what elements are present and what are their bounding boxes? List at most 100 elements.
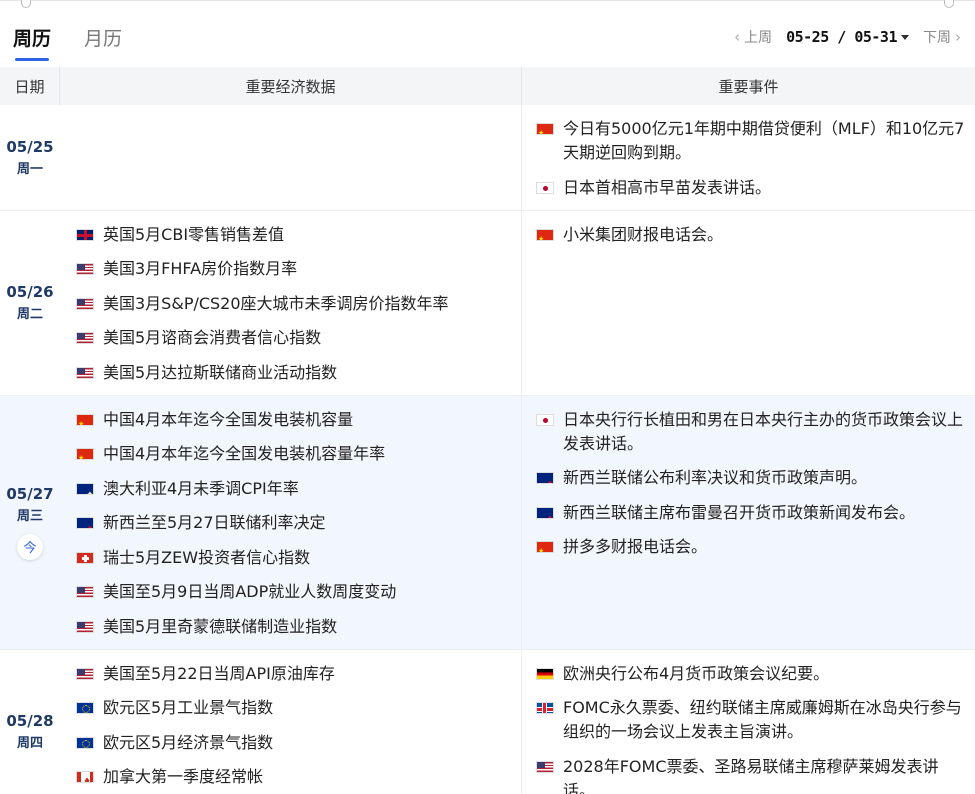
flag-us-icon bbox=[76, 263, 94, 275]
week-range-label: 05-25 / 05-31 bbox=[786, 28, 897, 46]
data-item-text: 美国3月S&P/CS20座大城市未季调房价指数年率 bbox=[103, 293, 449, 313]
data-item[interactable]: 加拿大第一季度经常帐 bbox=[76, 765, 521, 789]
data-item-text: 欧元区5月工业景气指数 bbox=[103, 698, 274, 717]
day-weekday: 周一 bbox=[16, 161, 43, 177]
event-item[interactable]: 小米集团财报电话会。 bbox=[536, 223, 967, 247]
event-item[interactable]: 新西兰联储公布利率决议和货币政策声明。 bbox=[536, 466, 967, 490]
data-item[interactable]: 中国4月本年迄今全国发电装机容量年率 bbox=[76, 442, 521, 466]
flag-nz-icon bbox=[536, 472, 554, 484]
data-item-text: 瑞士5月ZEW投资者信心指数 bbox=[103, 547, 311, 567]
day-cell: 05/25 周一 bbox=[0, 105, 60, 210]
data-item[interactable]: 美国至5月22日当周API原油库存 bbox=[76, 662, 521, 686]
flag-au-icon bbox=[76, 482, 94, 495]
event-item-text: 日本首相高市早苗发表讲话。 bbox=[563, 177, 772, 197]
event-item[interactable]: 欧洲央行公布4月货币政策会议纪要。 bbox=[536, 662, 967, 686]
day-row: 05/28 周四 美国至5月22日当周API原油库存 欧元区5月工业景气指数 欧元区5月… bbox=[0, 649, 975, 794]
data-item-text: 中国4月本年迄今全国发电装机容量年率 bbox=[103, 444, 386, 463]
events-cell: 小米集团财报电话会。 bbox=[522, 211, 975, 395]
calendar-table: 日期 重要经济数据 重要事件 05/25 周一 今日有5000亿元1年期中期借贷便利… bbox=[0, 67, 975, 794]
next-week-button[interactable]: 下周 bbox=[923, 27, 951, 47]
event-item-text: 欧洲央行公布4月货币政策会议纪要。 bbox=[563, 663, 830, 683]
data-item-text: 欧元区5月经济景气指数 bbox=[103, 732, 274, 752]
tab-month[interactable]: 月历 bbox=[84, 24, 122, 51]
prev-week-button[interactable]: 上周 bbox=[744, 27, 772, 47]
flag-eu-icon bbox=[76, 702, 94, 714]
event-item[interactable]: 日本央行行长植田和男在日本央行主办的货币政策会议上发表讲话。 bbox=[536, 408, 967, 456]
chevron-right-icon[interactable]: › bbox=[955, 28, 961, 46]
day-cell: 05/28 周四 bbox=[0, 650, 60, 794]
economic-data-cell bbox=[60, 105, 522, 210]
data-item-text: 澳大利亚4月未季调CPI年率 bbox=[103, 478, 299, 498]
data-item[interactable]: 美国至5月9日当周ADP就业人数周度变动 bbox=[76, 580, 521, 604]
data-item-text: 美国至5月22日当周API原油库存 bbox=[103, 663, 335, 683]
flag-us-icon bbox=[76, 366, 94, 379]
flag-us-icon bbox=[536, 760, 554, 773]
day-cell: 05/26 周二 bbox=[0, 211, 60, 395]
data-item-text: 加拿大第一季度经常帐 bbox=[103, 767, 264, 786]
event-item[interactable]: 今日有5000亿元1年期中期借贷便利（MLF）和10亿元7天期逆回购到期。 bbox=[536, 117, 967, 165]
event-item[interactable]: 日本首相高市早苗发表讲话。 bbox=[536, 176, 967, 200]
event-item[interactable]: 新西兰联储主席布雷曼召开货币政策新闻发布会。 bbox=[536, 501, 967, 525]
day-weekday: 周三 bbox=[16, 508, 43, 524]
data-item-text: 英国5月CBI零售销售差值 bbox=[103, 224, 285, 244]
flag-us-icon bbox=[76, 620, 94, 633]
event-item[interactable]: 2028年FOMC票委、圣路易联储主席穆萨莱姆发表讲话。 bbox=[536, 755, 967, 794]
today-badge: 今 bbox=[17, 533, 43, 560]
data-item-text: 美国5月达拉斯联储商业活动指数 bbox=[103, 362, 338, 382]
data-item[interactable]: 澳大利亚4月未季调CPI年率 bbox=[76, 477, 521, 501]
flag-cn-icon bbox=[536, 123, 554, 135]
data-item[interactable]: 美国5月谘商会消费者信心指数 bbox=[76, 326, 521, 350]
event-item[interactable]: FOMC永久票委、纽约联储主席威廉姆斯在冰岛央行参与组织的一场会议上发表主旨演讲… bbox=[536, 696, 967, 744]
table-body: 05/25 周一 今日有5000亿元1年期中期借贷便利（MLF）和10亿元7天期逆回… bbox=[0, 105, 975, 794]
data-item[interactable]: 美国3月S&P/CS20座大城市未季调房价指数年率 bbox=[76, 292, 521, 316]
calendar-header: 周历 月历 ‹ 上周 05-25 / 05-31 下周 › bbox=[0, 0, 975, 66]
data-item-text: 美国5月谘商会消费者信心指数 bbox=[103, 328, 322, 347]
chevron-left-icon[interactable]: ‹ bbox=[734, 28, 740, 46]
tab-week[interactable]: 周历 bbox=[13, 24, 51, 51]
data-item[interactable]: 美国5月里奇蒙德联储制造业指数 bbox=[76, 615, 521, 639]
event-item-text: 日本央行行长植田和男在日本央行主办的货币政策会议上发表讲话。 bbox=[563, 409, 964, 453]
data-item[interactable]: 瑞士5月ZEW投资者信心指数 bbox=[76, 546, 521, 570]
economic-data-cell: 中国4月本年迄今全国发电装机容量中国4月本年迄今全国发电装机容量年率澳大利亚4月… bbox=[60, 395, 522, 649]
flag-jp-icon bbox=[536, 413, 554, 426]
day-date: 05/26 bbox=[6, 283, 54, 301]
event-item-text: 新西兰联储公布利率决议和货币政策声明。 bbox=[563, 468, 868, 487]
event-item-text: FOMC永久票委、纽约联储主席威廉姆斯在冰岛央行参与组织的一场会议上发表主旨演讲… bbox=[563, 698, 962, 741]
flag-jp-icon bbox=[536, 181, 554, 194]
data-item-text: 美国3月FHFA房价指数月率 bbox=[103, 259, 298, 278]
flag-cn-icon bbox=[76, 448, 94, 460]
column-header-data: 重要经济数据 bbox=[60, 67, 522, 105]
data-item[interactable]: 欧元区5月工业景气指数 bbox=[76, 696, 521, 720]
data-item[interactable]: 美国5月达拉斯联储商业活动指数 bbox=[76, 361, 521, 385]
flag-nz-icon bbox=[536, 506, 554, 519]
data-item[interactable]: 中国4月本年迄今全国发电装机容量 bbox=[76, 408, 521, 432]
data-item-text: 新西兰至5月27日联储利率决定 bbox=[103, 513, 326, 532]
column-header-date: 日期 bbox=[0, 67, 60, 105]
flag-de-icon bbox=[536, 667, 554, 680]
flag-ca-icon bbox=[76, 771, 94, 783]
week-range-selector[interactable]: 05-25 / 05-31 bbox=[786, 28, 909, 46]
events-cell: 欧洲央行公布4月货币政策会议纪要。 FOMC永久票委、纽约联储主席威廉姆斯在冰岛央… bbox=[522, 650, 975, 794]
flag-us-icon bbox=[76, 332, 94, 344]
flag-nz-icon bbox=[76, 517, 94, 529]
flag-eu-icon bbox=[76, 736, 94, 749]
day-row: 05/25 周一 今日有5000亿元1年期中期借贷便利（MLF）和10亿元7天期逆回… bbox=[0, 105, 975, 211]
day-row: 05/26 周二 英国5月CBI零售销售差值 美国3月FHFA房价指数月率美国3月S&… bbox=[0, 210, 975, 396]
data-item[interactable]: 新西兰至5月27日联储利率决定 bbox=[76, 511, 521, 535]
event-item-text: 今日有5000亿元1年期中期借贷便利（MLF）和10亿元7天期逆回购到期。 bbox=[563, 119, 965, 162]
day-cell: 05/27 周三今 bbox=[0, 396, 60, 649]
active-tab-indicator bbox=[15, 58, 49, 61]
day-weekday: 周二 bbox=[16, 307, 43, 322]
data-item[interactable]: 欧元区5月经济景气指数 bbox=[76, 731, 521, 755]
caret-down-icon bbox=[901, 35, 909, 40]
day-date: 05/27 bbox=[6, 484, 54, 503]
event-item-text: 拼多多财报电话会。 bbox=[563, 537, 708, 556]
data-item[interactable]: 英国5月CBI零售销售差值 bbox=[76, 223, 521, 247]
flag-us-icon bbox=[76, 297, 94, 310]
flag-cn-icon bbox=[536, 228, 554, 241]
events-cell: 日本央行行长植田和男在日本央行主办的货币政策会议上发表讲话。新西兰联储公布利率决… bbox=[522, 396, 975, 649]
table-header-row: 日期 重要经济数据 重要事件 bbox=[0, 67, 975, 105]
event-item[interactable]: 拼多多财报电话会。 bbox=[536, 535, 967, 559]
economic-data-cell: 英国5月CBI零售销售差值 美国3月FHFA房价指数月率美国3月S&P/CS20座… bbox=[60, 210, 522, 395]
data-item[interactable]: 美国3月FHFA房价指数月率 bbox=[76, 257, 521, 281]
